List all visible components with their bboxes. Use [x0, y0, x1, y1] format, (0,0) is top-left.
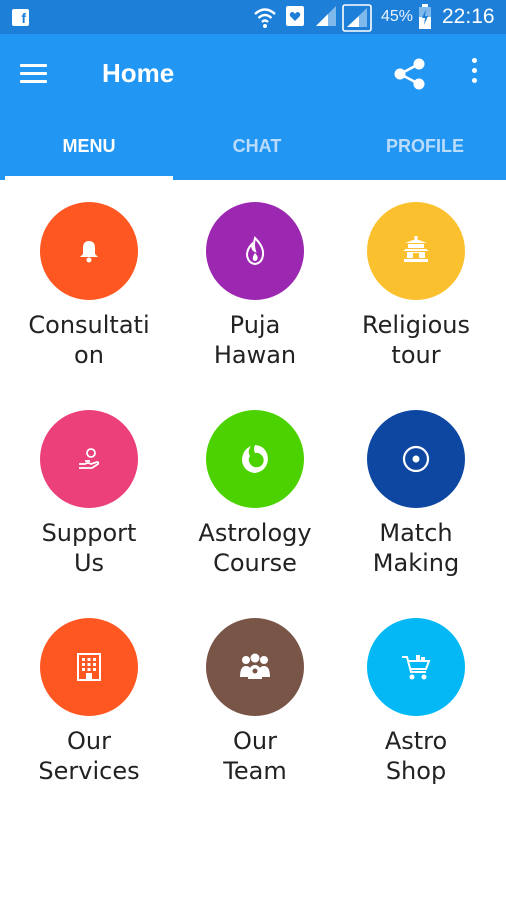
- facebook-icon: f: [12, 9, 29, 26]
- menu-item-our-services[interactable]: Our Services: [5, 618, 173, 786]
- our-team-circle: [206, 618, 304, 716]
- menu-item-label: Astrology Course: [198, 519, 312, 577]
- app-bar: Home MENU CHAT PROFILE: [0, 34, 506, 180]
- clock: 22:16: [442, 5, 495, 28]
- menu-item-label: Our Services: [38, 727, 140, 785]
- menu-item-religious-tour[interactable]: Religious tour: [332, 202, 500, 370]
- page-title: Home: [102, 58, 175, 88]
- menu-item-puja-hawan[interactable]: Puja Hawan: [171, 202, 339, 370]
- flame-icon: [245, 236, 265, 266]
- menu-item-label: Match Making: [372, 519, 460, 577]
- menu-item-label: Astro Shop: [384, 727, 448, 785]
- religious-tour-circle: [367, 202, 465, 300]
- more-options-icon[interactable]: [466, 58, 482, 86]
- battery-icon: [419, 4, 431, 29]
- team-icon: [240, 653, 270, 679]
- menu-item-match-making[interactable]: Match Making: [332, 410, 500, 578]
- menu-item-label: Consultati on: [28, 311, 150, 369]
- menu-item-label: Puja Hawan: [213, 311, 297, 369]
- tab-chat[interactable]: CHAT: [173, 126, 341, 180]
- wifi-icon: [254, 8, 276, 28]
- menu-item-label: Our Team: [223, 727, 287, 785]
- support-us-circle: [40, 410, 138, 508]
- battery-percent: 45%: [381, 8, 414, 25]
- astro-shop-circle: [367, 618, 465, 716]
- menu-icon[interactable]: [20, 64, 48, 86]
- target-icon: [402, 445, 430, 473]
- our-services-circle: [40, 618, 138, 716]
- menu-item-astrology-course[interactable]: Astrology Course: [171, 410, 339, 578]
- cart-icon: [402, 655, 431, 680]
- menu-item-our-team[interactable]: Our Team: [171, 618, 339, 786]
- signal-icon: [342, 4, 372, 32]
- menu-item-astro-shop[interactable]: Astro Shop: [332, 618, 500, 786]
- tab-indicator: [5, 176, 173, 180]
- bell-icon: [80, 241, 98, 263]
- tab-menu[interactable]: MENU: [5, 126, 173, 180]
- signal-icon: [316, 6, 336, 26]
- menu-item-support-us[interactable]: Support Us: [5, 410, 173, 578]
- menu-item-consultation[interactable]: Consultati on: [5, 202, 173, 370]
- match-making-circle: [367, 410, 465, 508]
- share-icon[interactable]: [392, 56, 428, 92]
- temple-icon: [403, 236, 429, 262]
- consultation-circle: [40, 202, 138, 300]
- leo-lion-icon: [242, 445, 268, 473]
- astrology-course-circle: [206, 410, 304, 508]
- tab-profile[interactable]: PROFILE: [341, 126, 506, 180]
- menu-item-label: Support Us: [41, 519, 137, 577]
- donate-hand-icon: [79, 448, 100, 469]
- building-icon: [77, 653, 101, 681]
- notification-icon: [286, 6, 304, 26]
- puja-hawan-circle: [206, 202, 304, 300]
- status-bar: f 45% 22:16: [0, 0, 506, 34]
- menu-item-label: Religious tour: [362, 311, 470, 369]
